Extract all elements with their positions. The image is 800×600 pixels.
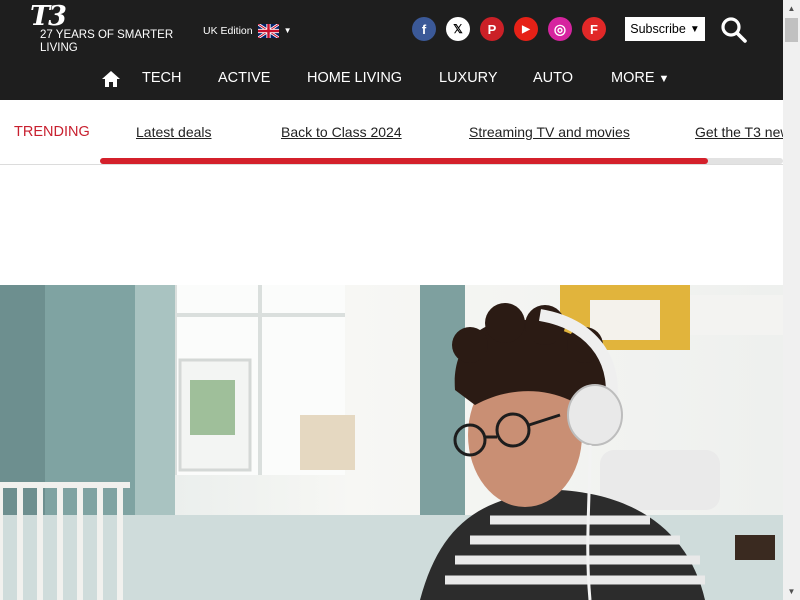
social-links: f 𝕏 P ▶ ◎ F	[412, 17, 606, 41]
tagline: 27 YEARS OF SMARTER LIVING	[40, 29, 174, 54]
nav-item-tech[interactable]: TECH	[142, 70, 181, 86]
search-icon[interactable]	[720, 16, 748, 44]
edition-label: UK Edition	[203, 24, 253, 37]
chevron-down-icon: ▼	[283, 26, 292, 35]
page: T3 27 YEARS OF SMARTER LIVING UK Edition…	[0, 0, 783, 600]
trending-label: TRENDING	[14, 124, 90, 140]
caret-down-icon: ▼	[658, 73, 670, 85]
trending-link-back-to-class[interactable]: Back to Class 2024	[281, 124, 402, 140]
nav-item-more-label: MORE	[611, 70, 655, 86]
nav-item-luxury[interactable]: LUXURY	[439, 70, 498, 86]
uk-flag-icon	[257, 23, 279, 38]
chevron-down-icon: ▼	[689, 23, 700, 35]
trending-link-t3-newsletter[interactable]: Get the T3 new	[695, 124, 783, 140]
youtube-icon[interactable]: ▶	[514, 17, 538, 41]
trending-scroll-track[interactable]	[100, 158, 783, 164]
t3-logo[interactable]: T3	[30, 3, 67, 30]
main-nav: TECH ACTIVE HOME LIVING LUXURY AUTO MORE…	[0, 60, 783, 100]
trending-link-streaming[interactable]: Streaming TV and movies	[469, 124, 630, 140]
x-icon[interactable]: 𝕏	[446, 17, 470, 41]
subscribe-label: Subscribe	[630, 22, 686, 36]
subscribe-button[interactable]: Subscribe ▼	[625, 17, 705, 41]
edition-selector[interactable]: UK Edition ▼	[203, 22, 292, 39]
scroll-up-icon[interactable]: ▲	[783, 0, 800, 17]
trending-bar: TRENDING Latest deals Back to Class 2024…	[0, 100, 783, 165]
nav-item-more[interactable]: MORE ▼	[611, 70, 669, 86]
flipboard-icon[interactable]: F	[582, 17, 606, 41]
hero-photo	[0, 285, 783, 600]
scroll-down-icon[interactable]: ▼	[783, 583, 800, 600]
facebook-icon[interactable]: f	[412, 17, 436, 41]
trending-scroll-fill[interactable]	[100, 158, 708, 164]
nav-item-active[interactable]: ACTIVE	[218, 70, 270, 86]
scrollbar-thumb[interactable]	[785, 18, 798, 42]
trending-link-latest-deals[interactable]: Latest deals	[136, 124, 212, 140]
nav-item-home-living[interactable]: HOME LIVING	[307, 70, 402, 86]
home-icon[interactable]	[101, 70, 121, 88]
pinterest-icon[interactable]: P	[480, 17, 504, 41]
instagram-icon[interactable]: ◎	[548, 17, 572, 41]
page-scrollbar[interactable]: ▲ ▼	[783, 0, 800, 600]
site-header: T3 27 YEARS OF SMARTER LIVING UK Edition…	[0, 0, 783, 100]
hero-image	[0, 285, 783, 600]
nav-item-auto[interactable]: AUTO	[533, 70, 573, 86]
